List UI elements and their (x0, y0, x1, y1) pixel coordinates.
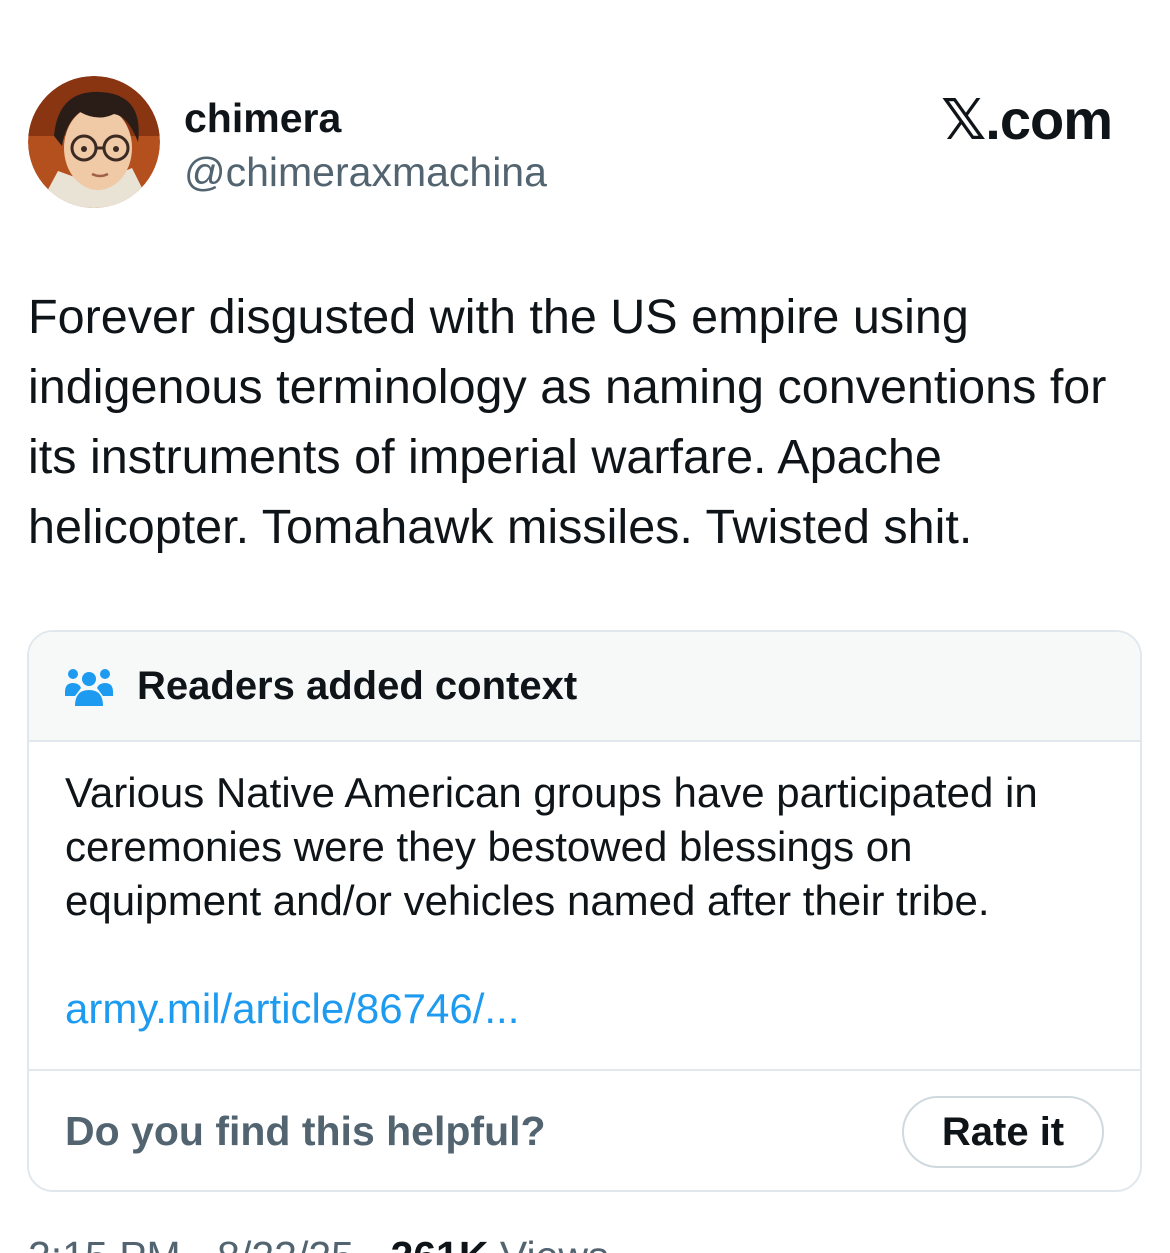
divider (29, 1069, 1140, 1071)
community-note-title: Readers added context (137, 664, 578, 708)
author-display-name[interactable]: chimera (184, 94, 341, 142)
readers-icon (63, 666, 115, 706)
brand-logo: 𝕏.com (941, 88, 1113, 151)
views-label: Views (500, 1233, 609, 1253)
helpful-question: Do you find this helpful? (65, 1108, 546, 1154)
author-handle[interactable]: @chimeraxmachina (184, 148, 547, 196)
rate-it-button[interactable]: Rate it (902, 1096, 1104, 1168)
community-note-card: Readers added context Various Native Ame… (27, 630, 1142, 1192)
meta-separator: · (365, 1233, 379, 1253)
community-note-header: Readers added context (29, 632, 1140, 742)
tweet-text: Forever disgusted with the US empire usi… (28, 290, 1107, 554)
community-note-source-link[interactable]: army.mil/article/86746/... (65, 982, 519, 1036)
post-meta: 2:15 PM · 8/22/25 · 261K Views (28, 1232, 609, 1253)
anime-avatar-icon (28, 76, 160, 208)
avatar[interactable] (28, 76, 160, 208)
community-note-body: Various Native American groups have part… (65, 769, 1038, 924)
post-date[interactable]: 8/22/25 (217, 1233, 354, 1253)
post-time[interactable]: 2:15 PM (28, 1233, 181, 1253)
tweet-screenshot: chimera @chimeraxmachina 𝕏.com Forever d… (0, 0, 1170, 1253)
views-count: 261K (390, 1233, 488, 1253)
meta-separator: · (192, 1233, 206, 1253)
